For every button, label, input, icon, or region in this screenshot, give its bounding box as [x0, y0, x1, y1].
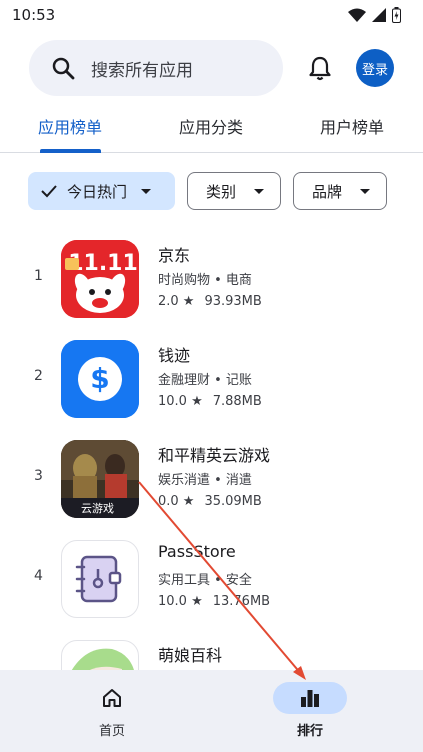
app-size: 7.88MB — [212, 394, 262, 409]
search-input[interactable]: 搜索所有应用 — [29, 40, 283, 96]
tab-app-ranking[interactable]: 应用榜单 — [38, 114, 102, 138]
app-name: 和平精英云游戏 — [158, 446, 271, 465]
status-time: 10:53 — [12, 6, 56, 24]
app-rating: 10.0 ★ — [158, 394, 203, 409]
app-category: 娱乐消遣 • 消遣 — [158, 473, 252, 488]
app-rank: 1 — [34, 268, 43, 284]
tab-indicator — [40, 149, 101, 153]
app-rank: 2 — [34, 368, 43, 384]
search-row: 搜索所有应用 登录 — [0, 40, 423, 96]
app-meta: 0.0 ★ 35.09MB — [158, 494, 262, 509]
nav-item-home[interactable]: 首页 — [72, 682, 152, 739]
app-meta: 10.0 ★ 13.76MB — [158, 594, 270, 609]
nav-pill — [75, 682, 149, 714]
caret-down-icon — [360, 188, 371, 194]
bottom-nav: 首页 排行 — [0, 670, 423, 752]
app-list-item[interactable]: 3 云游戏 和平精英云游戏 娱乐消遣 • 消遣 0.0 ★ 35.09MB — [0, 440, 423, 520]
app-size: 35.09MB — [204, 494, 262, 509]
app-list-item[interactable]: 4 PassStore 实用工具 • 安全 10.0 ★ 13.76MB — [0, 540, 423, 620]
app-rating: 2.0 ★ — [158, 294, 195, 309]
search-icon — [52, 57, 75, 80]
app-size: 93.93MB — [204, 294, 262, 309]
app-list-item[interactable]: 1 11.11 京东 时尚购物 • 电商 2.0 ★ 93.93MB — [0, 240, 423, 320]
notebook-lock-icon — [61, 540, 139, 618]
app-category: 金融理财 • 记账 — [158, 373, 252, 388]
jd-icon: 11.11 — [61, 240, 139, 318]
search-placeholder: 搜索所有应用 — [91, 60, 193, 81]
check-icon — [41, 185, 57, 198]
app-size: 13.76MB — [212, 594, 271, 609]
tab-app-categories[interactable]: 应用分类 — [179, 114, 243, 138]
app-category: 实用工具 • 安全 — [158, 573, 252, 588]
app-name: 钱迹 — [158, 346, 191, 365]
app-list-item[interactable]: 2 $ 钱迹 金融理财 • 记账 10.0 ★ 7.88MB — [0, 340, 423, 420]
app-category: 时尚购物 • 电商 — [158, 273, 252, 288]
app-rating: 0.0 ★ — [158, 494, 195, 509]
app-name: 京东 — [158, 246, 191, 265]
svg-text:$: $ — [90, 362, 109, 395]
nav-pill — [273, 682, 347, 714]
caret-down-icon — [254, 188, 265, 194]
dollar-icon: $ — [61, 340, 139, 418]
filter-chip-label: 类别 — [206, 182, 237, 201]
tab-bar: 应用榜单 应用分类 用户榜单 — [0, 106, 423, 153]
app-meta: 2.0 ★ 93.93MB — [158, 294, 262, 309]
app-name: PassStore — [158, 542, 236, 561]
game-icon-label: 云游戏 — [81, 502, 114, 515]
notification-bell-icon[interactable] — [306, 54, 334, 82]
signal-icon — [372, 8, 386, 22]
tab-user-ranking[interactable]: 用户榜单 — [320, 114, 384, 138]
app-rank: 3 — [34, 468, 43, 484]
game-icon: 云游戏 — [61, 440, 139, 518]
nav-item-ranking[interactable]: 排行 — [270, 682, 350, 739]
app-rating: 10.0 ★ — [158, 594, 203, 609]
home-icon — [103, 689, 121, 707]
app-name: 萌娘百科 — [158, 646, 223, 665]
login-button[interactable]: 登录 — [356, 49, 394, 87]
filter-chip-label: 品牌 — [312, 182, 343, 201]
caret-down-icon — [141, 188, 152, 194]
nav-label: 首页 — [98, 724, 125, 739]
filter-chip-category[interactable]: 类别 — [187, 172, 281, 210]
filter-chip-label: 今日热门 — [67, 182, 128, 201]
filter-chip-today-hot[interactable]: 今日热门 — [28, 172, 175, 210]
status-bar: 10:53 — [0, 0, 423, 30]
app-meta: 10.0 ★ 7.88MB — [158, 394, 262, 409]
bar-chart-icon — [301, 690, 319, 707]
filter-chip-brand[interactable]: 品牌 — [293, 172, 387, 210]
status-icons — [348, 7, 401, 23]
wifi-icon — [348, 8, 366, 22]
battery-charging-icon — [392, 7, 401, 23]
nav-label: 排行 — [296, 724, 323, 739]
app-rank: 4 — [34, 568, 43, 584]
